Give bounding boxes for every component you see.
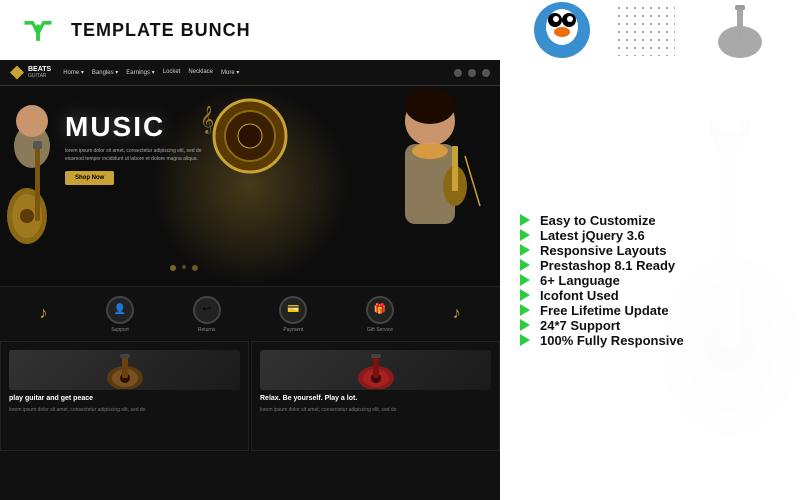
product-title-1: play guitar and get peace <box>9 394 240 403</box>
feature-label-2: Responsive Layouts <box>540 243 666 258</box>
support-icon-circle: 👤 <box>106 296 134 324</box>
templatebunch-logo-icon <box>20 12 56 48</box>
cart-icon[interactable] <box>482 69 490 77</box>
user-icon[interactable] <box>468 69 476 77</box>
left-note-icon: ♪ <box>39 305 47 323</box>
site-nav-icons <box>454 69 490 77</box>
feature-item-0: Easy to Customize <box>520 213 780 228</box>
arrow-icon-5 <box>520 289 530 301</box>
hero-text-area: MUSIC lorem ipsum dolor sit amet, consec… <box>65 111 205 185</box>
right-note-icon: ♪ <box>453 305 461 323</box>
arrow-icon-0 <box>520 214 530 226</box>
arrow-icon-7 <box>520 319 530 331</box>
nav-link-necklace[interactable]: Necklace <box>188 69 213 76</box>
hero-person-left <box>5 86 60 286</box>
hero-description: lorem ipsum dolor sit amet, consectetur … <box>65 147 205 163</box>
dots-pattern <box>615 4 675 56</box>
hero-center-instrument <box>210 96 290 181</box>
nav-link-home[interactable]: Home ▾ <box>63 69 84 76</box>
site-logo-sub: GUITAR <box>28 73 51 79</box>
bokeh-dots <box>170 265 198 271</box>
feature-label-5: Icofont Used <box>540 288 619 303</box>
products-row: play guitar and get peace lorem ipsum do… <box>0 341 500 451</box>
feature-gift: 🎁 Gift Service <box>366 296 394 333</box>
features-list: Easy to CustomizeLatest jQuery 3.6Respon… <box>500 60 800 500</box>
arrow-icon-3 <box>520 259 530 271</box>
puffin-mascot <box>534 2 590 58</box>
product-card-1: play guitar and get peace lorem ipsum do… <box>0 341 249 451</box>
hero-section: 𝄞 MUSIC lorem ipsum dolor sit amet, cons… <box>0 86 500 286</box>
features-list-container: Easy to CustomizeLatest jQuery 3.6Respon… <box>520 213 780 348</box>
payment-label: Payment <box>283 327 303 333</box>
nav-link-earnings[interactable]: Earnings ▾ <box>126 69 154 76</box>
feature-item-3: Prestashop 8.1 Ready <box>520 258 780 273</box>
gift-label: Gift Service <box>367 327 393 333</box>
feature-label-8: 100% Fully Responsive <box>540 333 684 348</box>
returns-label: Returns <box>198 327 216 333</box>
feature-label-4: 6+ Language <box>540 273 620 288</box>
feature-returns: ↩ Returns <box>193 296 221 333</box>
product-img-1 <box>9 350 240 390</box>
site-logo-icon <box>10 66 24 80</box>
nav-link-bangles[interactable]: Bangles ▾ <box>92 69 118 76</box>
site-features-row: ♪ 👤 Support ↩ Returns 💳 Payment 🎁 Gift S… <box>0 286 500 341</box>
nav-link-more[interactable]: More ▾ <box>221 69 239 76</box>
feature-item-5: Icofont Used <box>520 288 780 303</box>
feature-item-4: 6+ Language <box>520 273 780 288</box>
product-img-2 <box>260 350 491 390</box>
support-label: Support <box>111 327 129 333</box>
main-content: BEATS GUITAR Home ▾ Bangles ▾ Earnings ▾… <box>0 60 800 500</box>
hero-shop-button[interactable]: Shop Now <box>65 171 114 185</box>
site-logo-text-block: BEATS GUITAR <box>28 66 51 79</box>
product-title-2: Relax. Be yourself. Play a lot. <box>260 394 491 403</box>
feature-item-7: 24*7 Support <box>520 318 780 333</box>
site-logo: BEATS GUITAR <box>10 66 51 80</box>
feature-item-1: Latest jQuery 3.6 <box>520 228 780 243</box>
gift-icon-circle: 🎁 <box>366 296 394 324</box>
arrow-icon-1 <box>520 229 530 241</box>
search-icon[interactable] <box>454 69 462 77</box>
arrow-icon-4 <box>520 274 530 286</box>
website-preview: BEATS GUITAR Home ▾ Bangles ▾ Earnings ▾… <box>0 60 500 500</box>
feature-item-8: 100% Fully Responsive <box>520 333 780 348</box>
feature-payment: 💳 Payment <box>279 296 307 333</box>
product-card-2: Relax. Be yourself. Play a lot. lorem ip… <box>251 341 500 451</box>
feature-label-1: Latest jQuery 3.6 <box>540 228 645 243</box>
top-header: TEMPLATE BUNCH <box>0 0 800 60</box>
product-desc-1: lorem ipsum dolor sit amet, consectetur … <box>9 407 240 414</box>
arrow-icon-8 <box>520 334 530 346</box>
feature-item-2: Responsive Layouts <box>520 243 780 258</box>
feature-label-0: Easy to Customize <box>540 213 656 228</box>
nav-link-locket[interactable]: Locket <box>163 69 181 76</box>
payment-icon-circle: 💳 <box>279 296 307 324</box>
feature-support: 👤 Support <box>106 296 134 333</box>
header-guitar-decoration <box>700 2 780 58</box>
feature-item-6: Free Lifetime Update <box>520 303 780 318</box>
hero-title: MUSIC <box>65 111 205 143</box>
product-desc-2: lorem ipsum dolor sit amet, consectetur … <box>260 407 491 414</box>
returns-icon-circle: ↩ <box>193 296 221 324</box>
site-navbar: BEATS GUITAR Home ▾ Bangles ▾ Earnings ▾… <box>0 60 500 86</box>
hero-person-right <box>370 86 490 286</box>
site-nav-links: Home ▾ Bangles ▾ Earnings ▾ Locket Neckl… <box>63 69 442 76</box>
feature-label-3: Prestashop 8.1 Ready <box>540 258 675 273</box>
templatebunch-logo-text: TEMPLATE BUNCH <box>71 20 251 41</box>
feature-label-6: Free Lifetime Update <box>540 303 669 318</box>
site-logo-name: BEATS <box>28 66 51 73</box>
arrow-icon-2 <box>520 244 530 256</box>
feature-label-7: 24*7 Support <box>540 318 620 333</box>
arrow-icon-6 <box>520 304 530 316</box>
